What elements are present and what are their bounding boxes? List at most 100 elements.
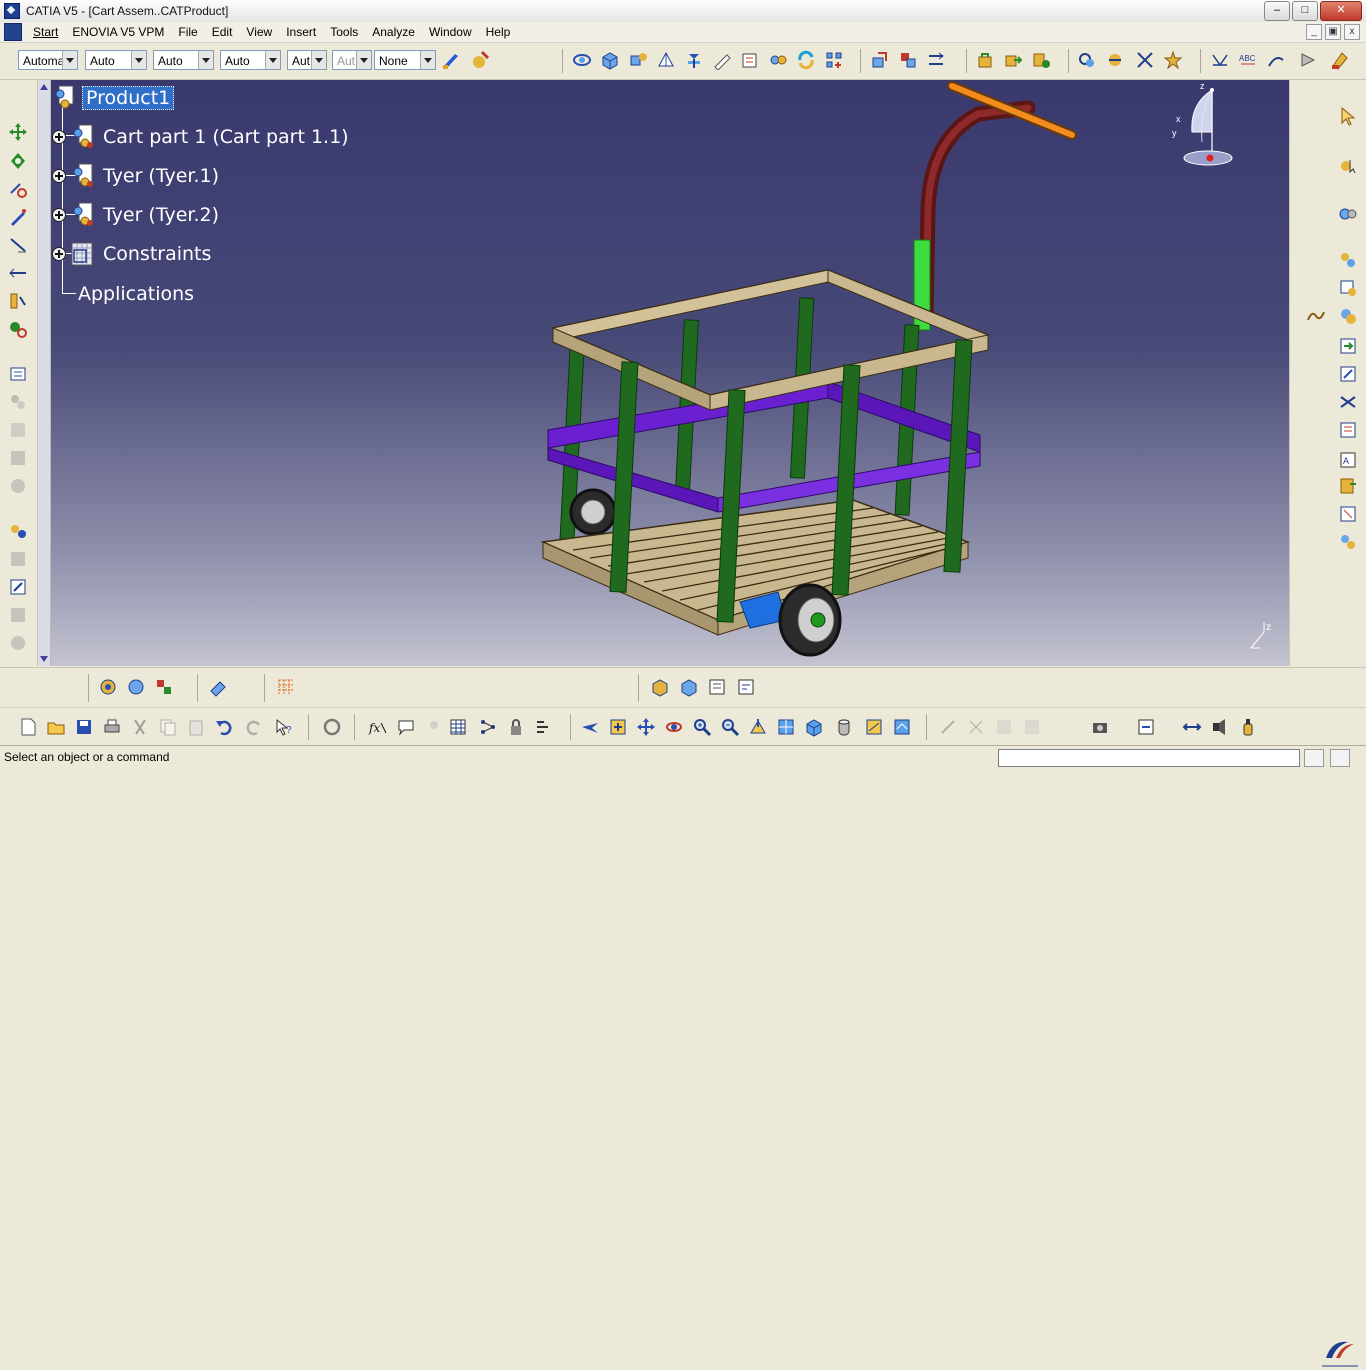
tree-label-constraints[interactable]: Constraints	[100, 243, 214, 265]
design-table-icon[interactable]	[448, 717, 468, 737]
command-input[interactable]	[998, 749, 1300, 767]
line-thickness-combo[interactable]: Auto	[153, 50, 214, 70]
spec-icon[interactable]	[126, 677, 146, 697]
clash-icon[interactable]	[1077, 50, 1097, 70]
capture-icon[interactable]	[1136, 717, 1156, 737]
select-arrow-icon[interactable]	[1338, 106, 1358, 126]
tree-label-product1[interactable]: Product1	[82, 86, 175, 110]
fix-together-icon[interactable]	[1003, 50, 1023, 70]
menu-tools[interactable]: Tools	[323, 22, 365, 42]
renumbering-icon[interactable]	[8, 476, 28, 496]
edit-properties-icon[interactable]	[8, 364, 28, 384]
scenes-icon[interactable]	[8, 521, 28, 541]
point-type-combo[interactable]: Aut	[287, 50, 327, 70]
rotate-icon[interactable]	[8, 151, 28, 171]
new-component-icon[interactable]	[1338, 278, 1358, 298]
lock-icon[interactable]	[506, 717, 526, 737]
rendering-combo[interactable]: Aut	[332, 50, 372, 70]
weld-icon[interactable]	[1298, 50, 1318, 70]
minimize-button[interactable]: –	[1264, 1, 1290, 21]
smart-move-icon[interactable]	[1163, 50, 1183, 70]
chevron-down-icon[interactable]	[311, 51, 326, 69]
sphere-product-icon[interactable]	[98, 677, 118, 697]
existing-component-icon[interactable]	[600, 50, 620, 70]
pan-icon[interactable]	[636, 717, 656, 737]
scroll-down-arrow-icon[interactable]	[40, 656, 48, 662]
cut-icon[interactable]	[130, 717, 150, 737]
quick-constraint-icon[interactable]	[1031, 50, 1051, 70]
expand-plus-icon[interactable]	[52, 130, 66, 144]
product-structure-icon[interactable]	[1338, 250, 1358, 270]
print-icon[interactable]	[102, 717, 122, 737]
tree-label-applications[interactable]: Applications	[75, 283, 197, 305]
ruler-icon[interactable]	[8, 291, 28, 311]
replace-component-icon[interactable]	[8, 420, 28, 440]
offset-icon[interactable]	[8, 263, 28, 283]
hide-show-icon[interactable]	[864, 717, 884, 737]
comment-icon[interactable]	[396, 717, 416, 737]
bottle-icon[interactable]	[1238, 717, 1258, 737]
shading-icon[interactable]	[834, 717, 854, 737]
layer-combo[interactable]: None	[374, 50, 436, 70]
formula-icon[interactable]	[8, 577, 28, 597]
close-button[interactable]: ✕	[1320, 1, 1362, 21]
eraser-icon[interactable]	[208, 677, 228, 697]
menu-window[interactable]: Window	[422, 22, 479, 42]
parameters-icon[interactable]	[534, 717, 554, 737]
line-type-combo[interactable]: Auto	[220, 50, 281, 70]
snap-icon[interactable]	[684, 50, 704, 70]
tree-label-cart-part[interactable]: Cart part 1 (Cart part 1.1)	[100, 126, 352, 148]
chevron-down-icon[interactable]	[265, 51, 280, 69]
catalog-browser-icon[interactable]	[572, 50, 592, 70]
zoom-in-icon[interactable]	[692, 717, 712, 737]
annotation-text-icon[interactable]: ABC	[1238, 50, 1258, 70]
isometric-view-icon[interactable]	[804, 717, 824, 737]
save-icon[interactable]	[74, 717, 94, 737]
tree-node-applications[interactable]: Applications	[75, 279, 197, 309]
menu-start[interactable]: Start	[26, 22, 65, 42]
open-folder-icon[interactable]	[46, 717, 66, 737]
constraint-icon[interactable]	[768, 50, 788, 70]
zoom-out-icon[interactable]	[720, 717, 740, 737]
mdi-close-button[interactable]: x	[1344, 24, 1360, 40]
offset-constraint-icon[interactable]	[926, 50, 946, 70]
measure-icon[interactable]	[712, 50, 732, 70]
new-product-icon[interactable]	[1338, 306, 1358, 326]
multi-instantiation-icon[interactable]	[824, 50, 844, 70]
menu-analyze[interactable]: Analyze	[365, 22, 422, 42]
tree-node-cart-part[interactable]: Cart part 1 (Cart part 1.1)	[52, 122, 352, 152]
speaker-icon[interactable]	[1210, 717, 1230, 737]
knowledge-icon[interactable]	[8, 605, 28, 625]
redo-icon[interactable]	[244, 717, 264, 737]
graph-tree-icon[interactable]	[8, 448, 28, 468]
tree-node-product1[interactable]: Product1	[52, 83, 175, 113]
tree-node-tyer-1[interactable]: Tyer (Tyer.1)	[52, 161, 222, 191]
normal-view-icon[interactable]	[748, 717, 768, 737]
scroll-up-arrow-icon[interactable]	[40, 84, 48, 90]
expand-plus-icon[interactable]	[52, 247, 66, 261]
menu-help[interactable]: Help	[479, 22, 518, 42]
gear-icon[interactable]	[1338, 204, 1358, 224]
new-file-icon[interactable]	[18, 717, 38, 737]
maximize-button[interactable]: □	[1292, 1, 1318, 21]
help-icon[interactable]	[8, 633, 28, 653]
paste-icon[interactable]	[186, 717, 206, 737]
deactivate-icon[interactable]	[8, 179, 28, 199]
generate-drawing-icon[interactable]	[1330, 50, 1350, 70]
coincidence-constraint-icon[interactable]	[870, 50, 890, 70]
menu-edit[interactable]: Edit	[205, 22, 240, 42]
analysis-icon[interactable]	[154, 677, 174, 697]
dimension-icon[interactable]	[1210, 50, 1230, 70]
tree-label-tyer-1[interactable]: Tyer (Tyer.1)	[100, 165, 222, 187]
update-icon[interactable]	[796, 50, 816, 70]
axis-system-icon[interactable]	[994, 717, 1014, 737]
multi-view-icon[interactable]	[776, 717, 796, 737]
move-icon[interactable]	[8, 122, 28, 142]
drawing-sheet-icon[interactable]	[707, 677, 727, 697]
3d-box-icon[interactable]	[650, 677, 670, 697]
chevron-down-icon[interactable]	[62, 51, 77, 69]
menu-view[interactable]: View	[239, 22, 279, 42]
replace-icon[interactable]	[1338, 364, 1358, 384]
status-toggle-button[interactable]	[1304, 749, 1324, 767]
chevron-down-icon[interactable]	[131, 51, 146, 69]
